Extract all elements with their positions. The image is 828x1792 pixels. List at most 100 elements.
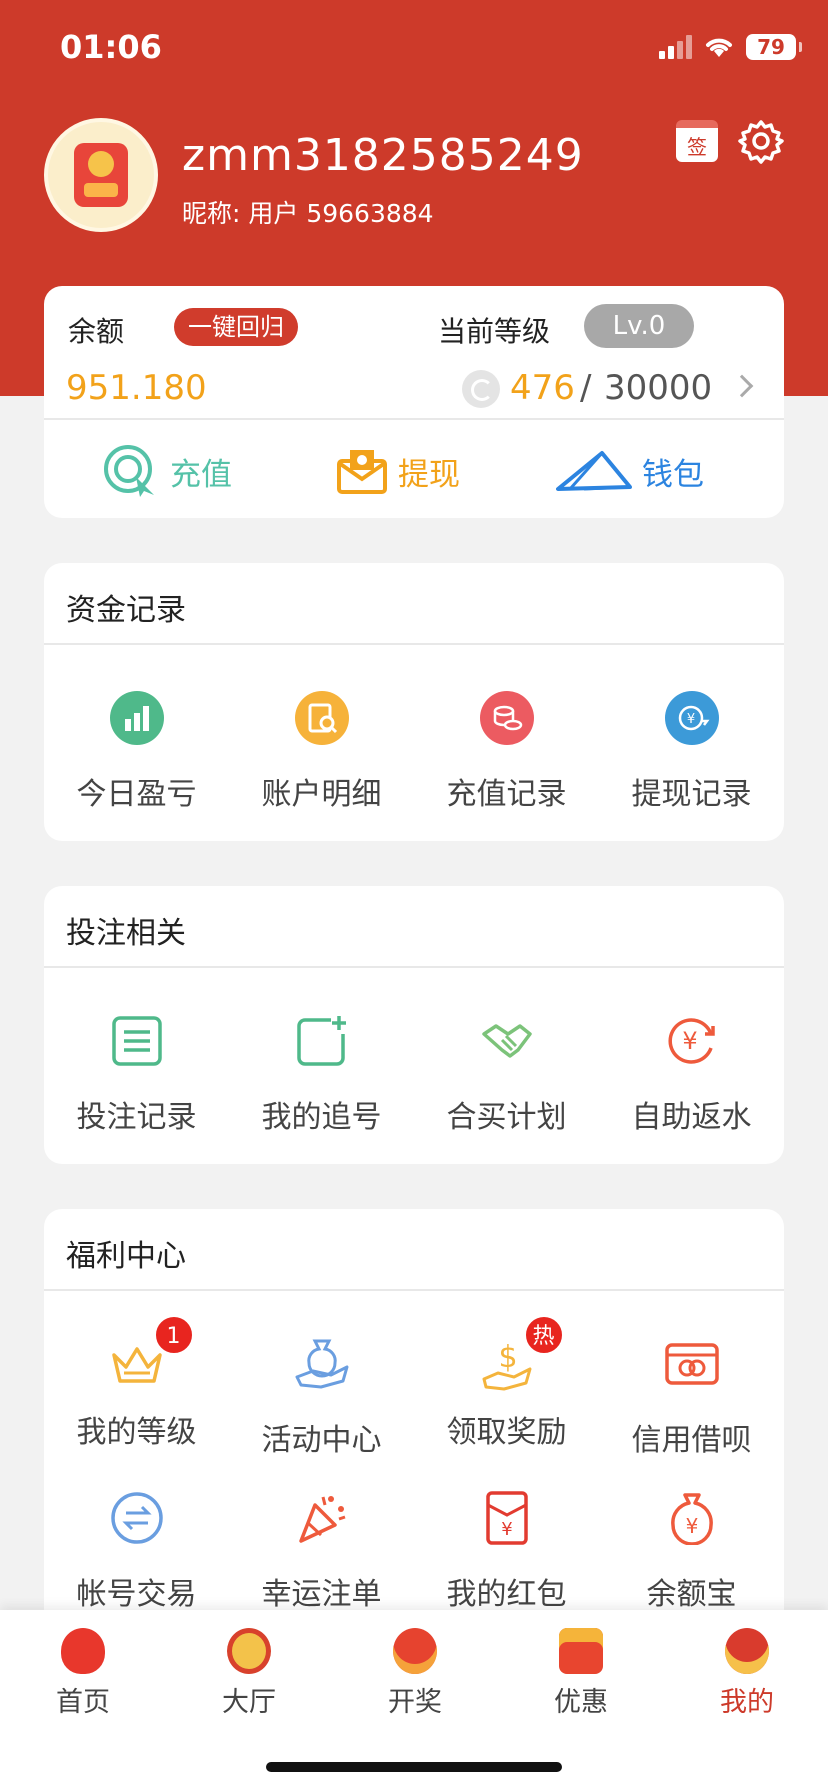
lion-dance-icon [725,1628,769,1674]
funds-records-card: 资金记录 今日盈亏 账户明细 充值记录 ¥ 提现记录 [44,563,784,841]
balance-label: 余额 [68,315,125,348]
tab-label: 优惠 [554,1687,608,1718]
exp-separator: / [580,368,592,408]
my-level-button[interactable]: 1 我的等级 [44,1315,229,1451]
grid-item-label: 领取奖励 [446,1415,567,1450]
grid-item-label: 自助返水 [631,1100,752,1135]
gong-icon [227,1628,271,1674]
self-rebate-button[interactable]: ¥ 自助返水 [599,1014,784,1136]
exp-total: 30000 [604,368,713,408]
grid-item-label: 活动中心 [261,1423,382,1458]
gift-box-icon [559,1628,603,1674]
list-icon [111,1016,162,1066]
svg-text:¥: ¥ [501,1519,512,1540]
balance-treasure-button[interactable]: ¥ 余额宝 [599,1491,784,1613]
withdraw-button[interactable]: 提现 [336,436,460,506]
wifi-icon [706,38,732,57]
exp-current: 476 [510,368,575,408]
grid-item-label: 投注记录 [76,1100,197,1135]
crown-icon [111,1347,162,1383]
tab-label: 首页 [56,1687,110,1718]
svg-text:¥: ¥ [686,712,694,727]
yuan-refresh-icon: ¥ [668,1018,715,1064]
my-chase-button[interactable]: 我的追号 [229,1014,414,1136]
credit-card-icon [664,1343,719,1385]
hot-badge: 热 [523,1315,564,1355]
gift-hand-icon [295,1339,348,1389]
lantern-icon [61,1628,105,1674]
tab-promotions[interactable]: 优惠 [498,1628,664,1719]
handshake-icon [481,1024,532,1058]
grid-item-label: 充值记录 [446,777,567,812]
grid-item-label: 余额宝 [646,1577,737,1612]
my-red-envelope-button[interactable]: ¥ 我的红包 [414,1491,599,1613]
icon-wrap: 1 [110,1315,194,1391]
recharge-button[interactable]: 充值 [100,436,232,506]
divider [44,643,784,645]
today-profit-button[interactable]: 今日盈亏 [44,691,229,813]
wallet-button[interactable]: 钱包 [556,436,704,506]
grid-item-label: 帐号交易 [76,1577,197,1612]
tab-label: 大厅 [222,1687,276,1718]
grid-item-label: 幸运注单 [261,1577,382,1612]
cellular-signal-icon [659,35,692,59]
withdraw-label: 提现 [398,456,460,493]
grid-item-label: 合买计划 [446,1100,567,1135]
status-time: 01:06 [60,28,162,66]
welfare-center-card: 福利中心 1 我的等级 活动中心 $ 热 领取奖励 信用借呗 帐号交易 幸运注单… [44,1209,784,1629]
betting-card: 投注相关 投注记录 我的追号 合买计划 ¥ 自助返水 [44,886,784,1164]
home-indicator [266,1762,562,1772]
svg-text:$: $ [498,1340,517,1375]
money-bag-icon: ¥ [670,1493,713,1546]
sign-in-calendar-icon[interactable]: 签 [676,120,718,162]
grid-item-label: 提现记录 [631,777,752,812]
account-trade-button[interactable]: 帐号交易 [44,1491,229,1613]
bet-records-button[interactable]: 投注记录 [44,1014,229,1136]
party-popper-icon [298,1496,345,1543]
tab-draw-results[interactable]: 开奖 [332,1628,498,1719]
grid-item-label: 我的追号 [261,1100,382,1135]
recharge-records-button[interactable]: 充值记录 [414,691,599,813]
red-envelope-avatar-icon [74,143,128,207]
status-icons: 79 [659,34,802,60]
grid-item-label: 信用借呗 [631,1423,752,1458]
icon-wrap: $ 热 [480,1315,564,1391]
lucky-bet-button[interactable]: 幸运注单 [229,1491,414,1613]
balance-value: 951.180 [66,368,207,408]
withdraw-envelope-icon [337,450,387,494]
chevron-right-icon[interactable] [730,374,754,398]
bar-chart-icon [109,691,164,745]
one-key-return-button[interactable]: 一键回归 [174,308,298,346]
red-envelope-icon: ¥ [485,1491,528,1545]
withdraw-records-button[interactable]: ¥ 提现记录 [599,691,784,813]
credit-loan-button[interactable]: 信用借呗 [599,1337,784,1459]
avatar[interactable] [44,118,158,232]
grid-item-label: 我的红包 [446,1577,567,1612]
refresh-icon[interactable] [462,370,500,408]
yuan-exchange-icon: ¥ [664,691,719,745]
group-buy-button[interactable]: 合买计划 [414,1014,599,1136]
tab-lobby[interactable]: 大厅 [166,1628,332,1719]
grid-item-label: 今日盈亏 [76,777,197,812]
svg-text:¥: ¥ [682,1027,697,1055]
add-square-icon [296,1016,346,1066]
gear-icon[interactable] [738,118,784,164]
section-title: 福利中心 [66,1239,186,1274]
section-title: 投注相关 [66,916,186,951]
recharge-label: 充值 [170,456,232,493]
battery-icon: 79 [746,34,802,60]
tab-mine[interactable]: 我的 [664,1628,828,1719]
swap-icon [110,1492,163,1544]
divider [44,966,784,968]
tab-home[interactable]: 首页 [0,1628,166,1719]
claim-rewards-button[interactable]: $ 热 领取奖励 [414,1315,599,1451]
recharge-icon [104,445,154,497]
tab-label: 开奖 [388,1687,442,1718]
activity-center-button[interactable]: 活动中心 [229,1337,414,1459]
notification-badge: 1 [153,1315,194,1355]
section-title: 资金记录 [66,593,186,628]
lottery-ball-icon [393,1628,437,1674]
coins-icon [479,691,534,745]
account-detail-button[interactable]: 账户明细 [229,691,414,813]
account-detail-icon [294,691,349,745]
